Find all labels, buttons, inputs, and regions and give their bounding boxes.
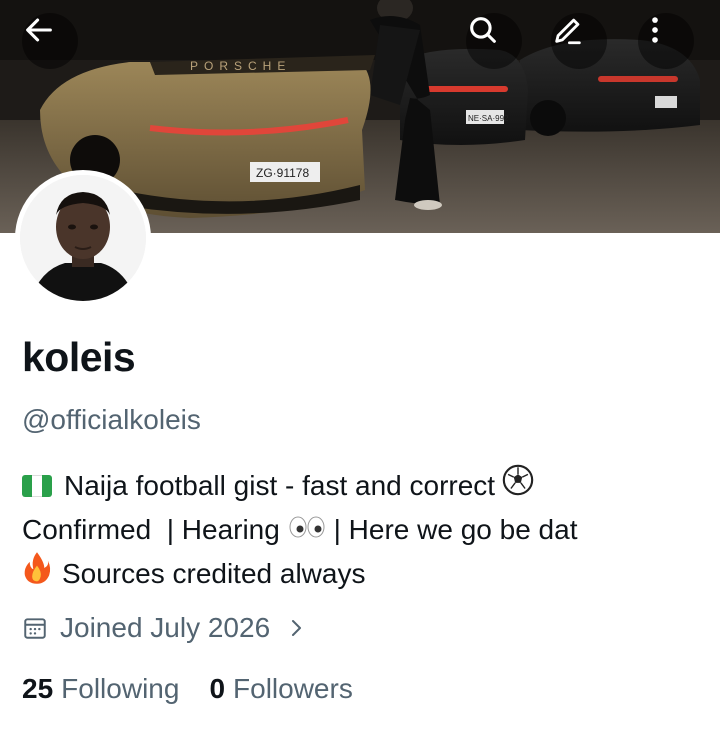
banner-plate-mid: NE·SA·992 [468,114,509,123]
more-options-button[interactable] [638,13,694,69]
back-arrow-icon [26,18,52,42]
bio-line-2-after: | Here we go be dat [325,514,578,545]
edit-button[interactable] [551,13,607,69]
banner-brand-text: PORSCHE [190,59,291,73]
soccer-ball-icon [501,463,535,509]
more-vertical-icon [652,17,658,43]
profile-bio: Naija football gist - fast and correct C… [22,463,702,597]
following-link[interactable]: 25 Following [22,673,179,705]
edit-pencil-icon [555,18,581,45]
followers-label: Followers [233,673,353,704]
search-button[interactable] [466,13,522,69]
bio-line-2: Confirmed | Hearing | Here we go be dat [22,509,702,551]
bio-line-1-text: Naija football gist - fast and correct [64,470,496,501]
following-label: Following [61,673,180,704]
bio-line-1: Naija football gist - fast and correct [22,463,702,509]
bio-line-3-text: Sources credited always [62,558,366,589]
search-icon [470,17,496,43]
profile-avatar[interactable] [15,170,151,306]
followers-count: 0 [209,673,226,704]
bio-line-3: Sources credited always [22,551,702,597]
follow-stats: 25 Following 0 Followers [22,673,383,705]
nigeria-flag-icon [22,475,52,497]
chevron-right-icon [292,620,302,636]
calendar-icon [24,618,46,639]
joined-date-text: Joined July 2026 [60,612,271,643]
fire-icon [22,551,52,597]
followers-link[interactable]: 0 Followers [209,673,352,705]
joined-date-row[interactable]: Joined July 2026 [22,612,308,644]
back-button[interactable] [22,13,78,69]
bio-line-2-text: Confirmed | Hearing [22,514,280,545]
profile-name: koleis [22,334,136,380]
following-count: 25 [22,673,54,704]
banner-plate-left: ZG·91178 [256,166,309,180]
profile-handle: @officialkoleis [22,404,201,435]
avatar-photo [20,175,146,301]
eyes-icon [288,509,326,551]
